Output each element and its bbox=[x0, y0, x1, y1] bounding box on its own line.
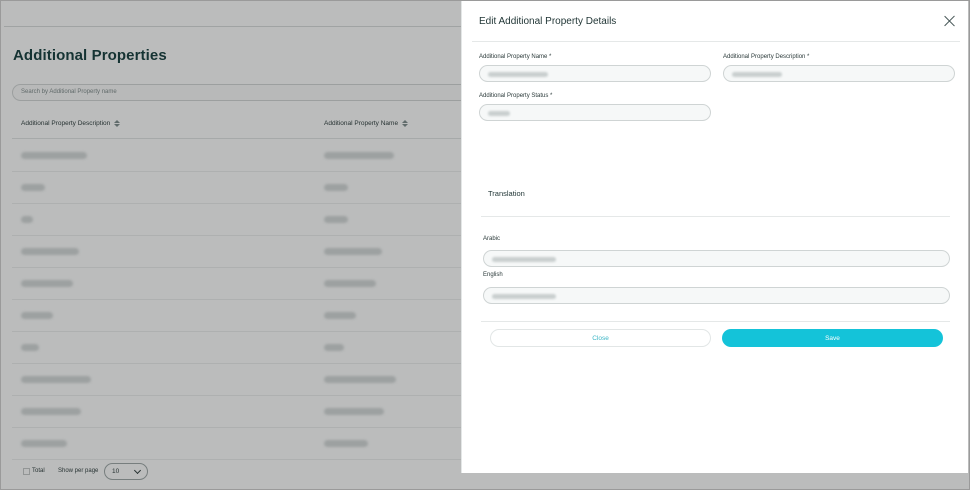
blurred-value bbox=[488, 111, 510, 116]
arabic-translation-input[interactable] bbox=[483, 250, 950, 267]
english-label: English bbox=[483, 272, 503, 278]
property-name-label: Additional Property Name * bbox=[479, 54, 551, 60]
property-description-label: Additional Property Description * bbox=[723, 54, 809, 60]
property-status-select[interactable] bbox=[479, 104, 711, 121]
required-mark: * bbox=[807, 54, 810, 60]
required-mark: * bbox=[550, 93, 553, 99]
blurred-value bbox=[492, 257, 556, 262]
property-description-input[interactable] bbox=[723, 65, 955, 82]
arabic-label: Arabic bbox=[483, 236, 501, 242]
edit-property-modal: Edit Additional Property Details Additio… bbox=[461, 1, 968, 473]
blurred-value bbox=[488, 72, 548, 77]
blurred-value bbox=[492, 294, 556, 299]
footer-divider bbox=[481, 321, 950, 322]
required-mark: * bbox=[549, 54, 552, 60]
translation-heading: Translation bbox=[488, 189, 525, 198]
property-status-label-text: Additional Property Status bbox=[479, 93, 549, 99]
property-description-label-text: Additional Property Description bbox=[723, 54, 806, 60]
close-button[interactable]: Close bbox=[490, 329, 711, 347]
save-button[interactable]: Save bbox=[722, 329, 943, 347]
translation-divider bbox=[481, 216, 950, 217]
english-translation-input[interactable] bbox=[483, 287, 950, 304]
property-status-label: Additional Property Status * bbox=[479, 93, 552, 99]
blurred-value bbox=[732, 72, 782, 77]
property-name-input[interactable] bbox=[479, 65, 711, 82]
modal-header-divider bbox=[472, 41, 960, 42]
close-icon[interactable] bbox=[943, 14, 957, 28]
app-window: Additional Properties Search by Addition… bbox=[0, 0, 970, 490]
modal-title: Edit Additional Property Details bbox=[479, 16, 617, 27]
property-name-label-text: Additional Property Name bbox=[479, 54, 548, 60]
